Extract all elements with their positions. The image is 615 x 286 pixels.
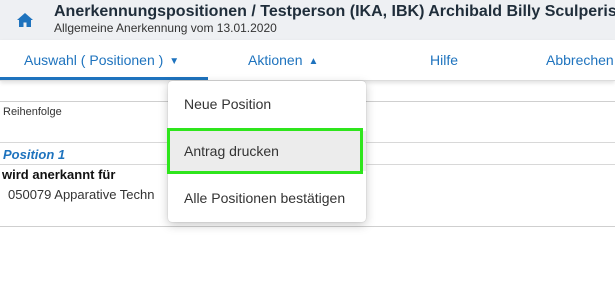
page-subtitle: Allgemeine Anerkennung vom 13.01.2020: [54, 21, 277, 35]
home-icon[interactable]: [17, 13, 33, 27]
action-nav: Auswahl ( Positionen ) ▼ Aktionen ▲ Hilfe …: [0, 40, 615, 81]
menu-item-antrag-drucken[interactable]: Antrag drucken: [168, 131, 366, 171]
nav-abbrechen[interactable]: Abbrechen: [546, 40, 614, 80]
nav-hilfe-label: Hilfe: [430, 52, 459, 68]
nav-auswahl-label: Auswahl ( Positionen ): [24, 52, 164, 68]
position-label[interactable]: Position 1: [3, 147, 65, 162]
nav-abbrechen-label: Abbrechen: [546, 52, 614, 68]
chevron-up-icon: ▲: [308, 56, 319, 67]
nav-aktionen-label: Aktionen: [248, 52, 303, 68]
aktionen-dropdown-menu: Neue Position Antrag drucken Alle Positi…: [168, 81, 366, 222]
nav-hilfe[interactable]: Hilfe: [430, 40, 458, 80]
chevron-down-icon: ▼: [169, 56, 180, 67]
column-header-reihenfolge: Reihenfolge: [3, 106, 62, 118]
page-title: Anerkennungspositionen / Testperson (IKA…: [54, 3, 615, 20]
recognized-for-label: wird anerkannt für: [2, 167, 116, 182]
page-header: Anerkennungspositionen / Testperson (IKA…: [0, 0, 615, 40]
menu-item-neue-position[interactable]: Neue Position: [168, 84, 366, 124]
active-tab-indicator: [0, 77, 208, 80]
course-entry: 050079 Apparative Techn: [8, 187, 155, 202]
nav-auswahl[interactable]: Auswahl ( Positionen ) ▼: [24, 40, 179, 80]
menu-item-alle-positionen-bestaetigen[interactable]: Alle Positionen bestätigen: [168, 178, 366, 218]
nav-aktionen[interactable]: Aktionen ▲: [248, 40, 318, 80]
